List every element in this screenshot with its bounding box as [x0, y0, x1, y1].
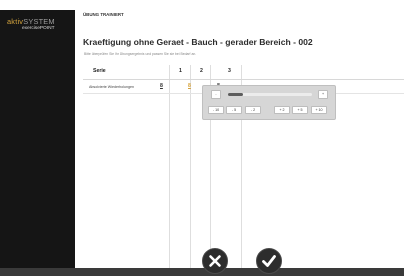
column-divider — [169, 65, 170, 270]
column-header-serie: Serie — [93, 68, 106, 74]
slider-fill — [228, 93, 244, 96]
column-header-2: 2 — [200, 68, 203, 74]
column-header-1: 1 — [179, 68, 182, 74]
confirm-button[interactable] — [256, 248, 282, 274]
step-minus-5-button[interactable]: - 5 — [226, 106, 242, 114]
close-icon — [209, 255, 221, 267]
cancel-button[interactable] — [202, 248, 228, 274]
decrement-button[interactable]: - — [211, 90, 221, 99]
value-serie-1[interactable]: 8 — [160, 83, 163, 89]
main-panel: ÜBUNG TRAINIERT Kraeftigung ohne Geraet … — [75, 10, 404, 270]
table-header-row: Serie 1 2 3 — [83, 65, 404, 80]
value-stepper: - + - 10 - 5 - 2 + 2 + 5 + 10 — [202, 85, 336, 120]
value-serie-2[interactable]: 8 — [188, 83, 191, 89]
value-slider[interactable] — [228, 93, 312, 96]
step-plus-5-button[interactable]: + 5 — [292, 106, 308, 114]
column-header-3: 3 — [228, 68, 231, 74]
brand-subtitle: exercisePOINT — [22, 26, 55, 31]
bottom-bar — [0, 268, 404, 276]
column-divider — [190, 65, 191, 270]
increment-button[interactable]: + — [318, 90, 328, 99]
section-tab[interactable]: ÜBUNG TRAINIERT — [83, 12, 124, 17]
brand-logo: aktivSYSTEM — [7, 17, 55, 26]
check-icon — [262, 255, 276, 267]
step-minus-10-button[interactable]: - 10 — [208, 106, 224, 114]
step-minus-2-button[interactable]: - 2 — [245, 106, 261, 114]
top-bar — [0, 0, 404, 10]
row-label: Absolvierte Wiederholungen — [89, 85, 134, 89]
page-title: Kraeftigung ohne Geraet - Bauch - gerade… — [83, 37, 313, 47]
step-plus-10-button[interactable]: + 10 — [311, 106, 327, 114]
instruction-text: Bitte überprüfen Sie Ihr Übungsergebnis … — [84, 52, 197, 56]
sidebar: aktivSYSTEM exercisePOINT — [0, 10, 75, 268]
step-plus-2-button[interactable]: + 2 — [274, 106, 290, 114]
